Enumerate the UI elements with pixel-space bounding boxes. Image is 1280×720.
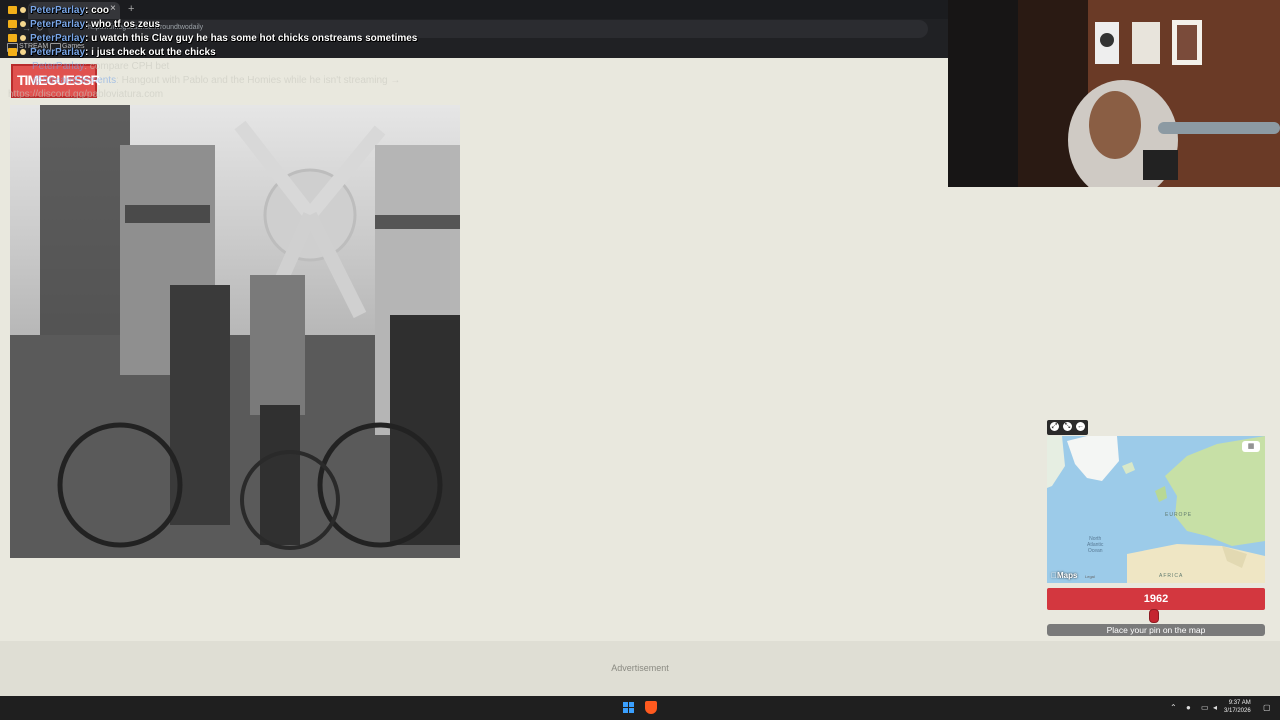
new-tab-button[interactable]: + [128, 3, 134, 15]
map-label-ocean: North Atlantic Ocean [1087, 536, 1104, 554]
chat-link: https://discord.gg/pabloviatura.com [8, 89, 164, 100]
crown-badge-icon [8, 48, 17, 57]
map-toolbar: ⤢ ⤡ ← [1047, 420, 1088, 435]
chat-text: : Hangout with Pablo and the Homies whil… [116, 75, 401, 86]
chat-username: @StreamElements [32, 75, 117, 86]
chat-username: PeterParlay [30, 47, 86, 58]
map-label-africa: AFRICA [1159, 573, 1184, 579]
chat-message: PeterParlay: coo [8, 5, 109, 16]
chat-text: : u watch this Clav guy he has some hot … [85, 33, 418, 44]
notification-icon[interactable]: ▢ [1263, 703, 1271, 712]
map-layers-icon[interactable]: ▦ [1242, 441, 1260, 452]
guess-map[interactable]: EUROPE North Atlantic Ocean AFRICA ▦ Ma… [1047, 436, 1265, 583]
chat-text: : compare CPH bet [84, 61, 170, 72]
crown-badge-icon [8, 34, 17, 43]
chat-username: PeterParlay [30, 33, 86, 44]
round-photo [10, 105, 460, 558]
network-icon[interactable]: ▭ [1201, 703, 1209, 712]
microphone-icon[interactable]: ● [1186, 703, 1191, 712]
faded-chat-message: @StreamElements: Hangout with Pablo and … [32, 75, 400, 86]
brave-browser-icon[interactable] [645, 701, 657, 714]
sub-badge-icon [20, 35, 26, 42]
chat-message: PeterParlay: u watch this Clav guy he ha… [8, 33, 417, 44]
taskbar-clock[interactable]: 9:37 AM 3/17/2026 [1224, 699, 1251, 715]
shrink-icon[interactable]: ⤡ [1063, 422, 1072, 431]
advertisement-label: Advertisement [611, 663, 669, 673]
faded-chat-message: PeterParlay: compare CPH bet [32, 61, 169, 72]
volume-icon[interactable]: ◂ [1213, 703, 1217, 712]
cyclists-photo [10, 105, 460, 558]
chat-message: PeterParlay: who tf os zeus [8, 19, 160, 30]
chat-text: : i just check out the chicks [85, 47, 216, 58]
place-pin-button[interactable]: Place your pin on the map [1047, 624, 1265, 636]
maps-attribution: Maps [1051, 571, 1077, 580]
advertisement-area: Advertisement [0, 641, 1280, 696]
chevron-up-icon[interactable]: ⌃ [1170, 703, 1177, 712]
sub-badge-icon [20, 49, 26, 56]
chat-text: : coo [85, 5, 109, 16]
pin-back-icon[interactable]: ← [1076, 422, 1085, 431]
map-label-europe: EUROPE [1165, 512, 1193, 518]
streamer-webcam [948, 0, 1280, 187]
year-display: 1962 [1047, 588, 1265, 610]
faded-chat-message: https://discord.gg/pabloviatura.com [8, 89, 163, 100]
year-slider-handle[interactable] [1149, 609, 1159, 623]
expand-icon[interactable]: ⤢ [1050, 422, 1059, 431]
chat-username: PeterParlay [30, 5, 86, 16]
taskbar [0, 696, 1280, 720]
windows-start-icon[interactable] [623, 702, 635, 714]
crown-badge-icon [8, 6, 17, 15]
clock-time: 9:37 AM [1228, 700, 1251, 706]
world-map-graphic [1047, 436, 1265, 583]
clock-date: 3/17/2026 [1224, 708, 1251, 714]
legal-link[interactable]: Legal [1085, 574, 1095, 579]
sub-badge-icon [20, 7, 26, 14]
webcam-overlay [948, 0, 1280, 187]
chat-message: PeterParlay: i just check out the chicks [8, 47, 216, 58]
chat-text: : who tf os zeus [85, 19, 161, 30]
chat-username: PeterParlay [30, 19, 86, 30]
tab-strip [0, 0, 948, 19]
crown-badge-icon [8, 20, 17, 29]
sub-badge-icon [20, 21, 26, 28]
chat-username: PeterParlay [32, 61, 85, 72]
close-tab-icon[interactable]: × [110, 3, 116, 14]
